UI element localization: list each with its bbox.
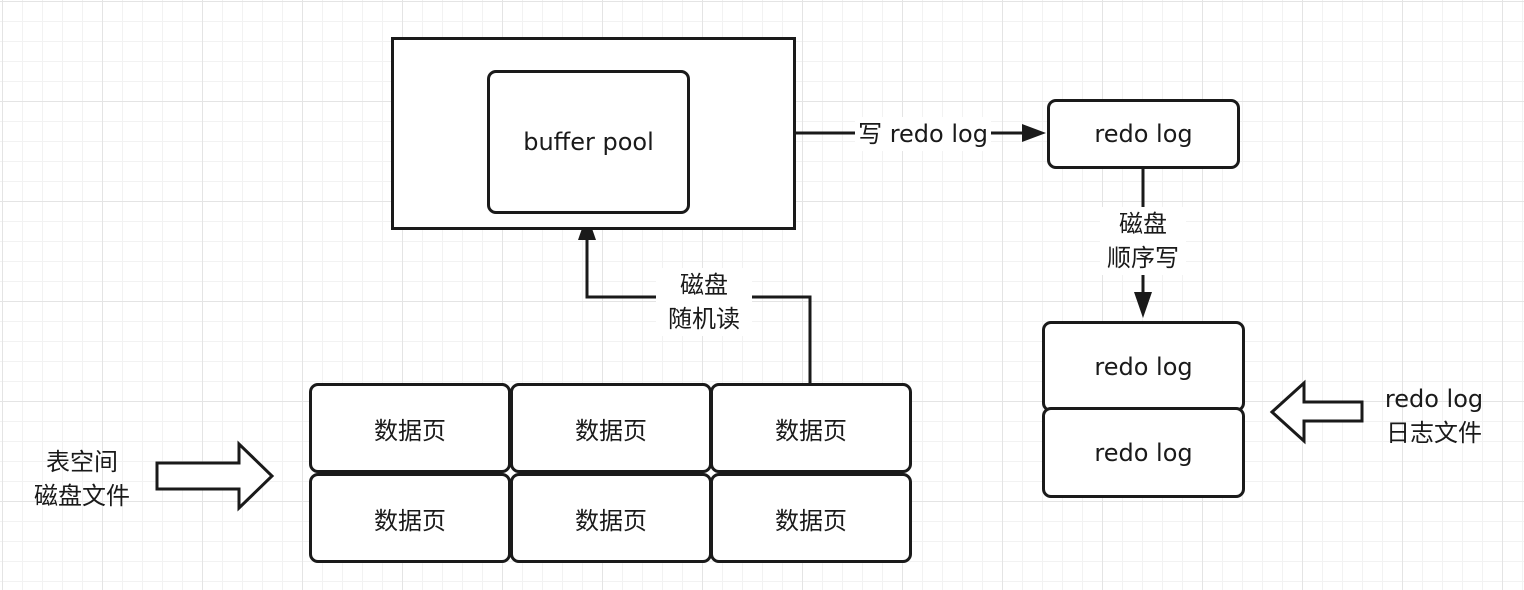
- data-page: 数据页: [309, 473, 511, 563]
- buffer-pool-label: buffer pool: [523, 128, 654, 156]
- redo-log-file-2: redo log: [1042, 407, 1245, 498]
- data-page: 数据页: [710, 383, 912, 473]
- write-redo-log-arrowhead: [1022, 124, 1046, 142]
- write-redo-log-label: 写 redo log: [855, 117, 991, 151]
- redo-log-buffer-box: redo log: [1047, 99, 1240, 169]
- redo-log-buffer-label: redo log: [1094, 120, 1193, 148]
- redo-log-file-1: redo log: [1042, 321, 1245, 412]
- data-page: 数据页: [510, 473, 712, 563]
- redo-file-hollow-arrow: [1269, 379, 1364, 445]
- tablespace-caption: 表空间 磁盘文件: [34, 448, 130, 510]
- sequential-write-label: 磁盘 顺序写: [1100, 207, 1186, 275]
- data-page: 数据页: [710, 473, 912, 563]
- data-page: 数据页: [309, 383, 511, 473]
- diagram-canvas: buffer pool 写 redo log redo log 磁盘 顺序写 磁…: [0, 0, 1524, 590]
- tablespace-hollow-arrow: [155, 440, 275, 512]
- redo-log-file-label: redo log: [1094, 438, 1193, 467]
- data-page: 数据页: [510, 383, 712, 473]
- random-read-label: 磁盘 随机读: [656, 268, 752, 336]
- sequential-write-arrowhead: [1134, 292, 1152, 318]
- buffer-pool-box: buffer pool: [487, 70, 690, 214]
- redo-log-file-caption: redo log 日志文件: [1384, 385, 1484, 447]
- redo-log-file-label: redo log: [1094, 352, 1193, 381]
